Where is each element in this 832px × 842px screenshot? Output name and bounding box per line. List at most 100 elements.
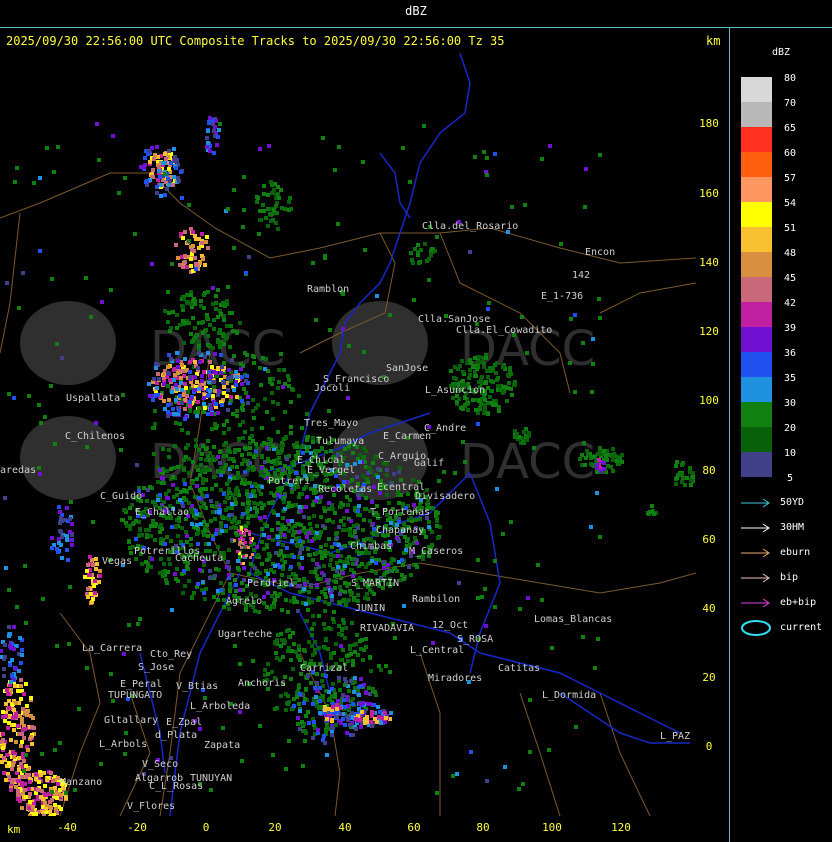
echo-pixel [159,537,163,541]
echo-pixel [385,462,389,466]
echo-pixel [332,651,336,655]
echo-pixel [42,814,46,816]
echo-pixel [197,406,201,410]
echo-pixel [30,742,34,746]
echo-pixel [240,526,243,529]
legend-swatch [741,202,772,227]
legend-label: 5 [786,473,794,484]
echo-pixel [525,351,529,355]
echo-pixel [356,509,360,513]
echo-pixel [16,689,20,693]
place-label: C_L_Rosas [149,781,203,792]
echo-pixel [306,435,310,439]
echo-pixel [212,151,216,155]
echo-pixel [345,599,349,603]
echo-pixel [191,299,195,303]
echo-pixel [224,463,228,467]
echo-pixel [159,541,163,545]
echo-pixel [201,505,205,509]
echo-pixel [94,421,98,425]
echo-pixel [49,806,53,810]
echo-pixel [242,555,245,558]
echo-pixel [593,666,597,670]
echo-pixel [289,677,293,681]
echo-pixel [230,311,234,315]
echo-pixel [364,565,368,569]
echo-pixel [50,277,54,281]
echo-pixel [379,668,383,672]
echo-pixel [580,453,584,457]
echo-pixel [258,724,262,728]
echo-pixel [143,156,147,160]
echo-pixel [214,567,218,571]
echo-pixel [157,377,161,381]
echo-pixel [51,779,55,783]
echo-pixel [598,446,602,450]
echo-pixel [397,501,401,505]
echo-pixel [176,256,180,260]
echo-pixel [230,358,234,362]
echo-pixel [273,641,277,645]
echo-pixel [319,495,323,499]
echo-pixel [135,463,139,467]
echo-pixel [255,545,259,549]
echo-pixel [574,725,578,729]
echo-pixel [324,543,328,547]
echo-pixel [248,530,251,533]
echo-pixel [307,590,311,594]
echo-pixel [315,524,319,528]
echo-pixel [186,431,190,435]
echo-pixel [272,208,276,212]
window-title: dBZ [405,4,427,18]
echo-pixel [265,605,269,609]
echo-pixel [253,566,257,570]
echo-pixel [589,525,593,529]
echo-pixel [200,232,204,236]
echo-pixel [29,735,33,739]
echo-pixel [681,461,685,465]
echo-pixel [508,366,512,370]
echo-pixel [374,693,378,697]
echo-pixel [291,667,295,671]
echo-pixel [262,595,266,599]
echo-pixel [527,432,531,436]
echo-pixel [397,470,401,474]
echo-pixel [55,644,59,648]
echo-pixel [206,351,210,355]
echo-pixel [255,510,259,514]
echo-pixel [270,382,274,386]
echo-pixel [192,591,196,595]
echo-pixel [20,775,24,779]
echo-pixel [171,310,175,314]
echo-pixel [246,509,250,513]
echo-pixel [252,501,256,505]
echo-pixel [17,306,21,310]
echo-pixel [459,406,463,410]
echo-pixel [286,610,290,614]
echo-pixel [437,479,441,483]
echo-pixel [271,509,275,513]
echo-pixel [385,473,389,477]
echo-pixel [286,519,290,523]
echo-pixel [455,772,459,776]
echo-pixel [289,431,293,435]
echo-pixel [179,170,183,174]
echo-pixel [291,631,295,635]
echo-pixel [280,558,284,562]
echo-pixel [324,674,328,678]
echo-pixel [167,398,171,402]
echo-pixel [184,498,188,502]
echo-pixel [225,324,229,328]
place-label: RIVADAVIA [360,623,414,634]
echo-pixel [484,380,488,384]
echo-pixel [211,537,215,541]
echo-pixel [152,377,156,381]
echo-pixel [187,239,191,243]
echo-pixel [212,370,216,374]
echo-pixel [170,608,174,612]
echo-pixel [520,315,524,319]
echo-pixel [320,556,324,560]
echo-pixel [153,524,157,528]
radar-map[interactable]: DACC DACC DACC DACC Clla.del_Rosario Enc… [0,53,696,816]
echo-pixel [237,475,241,479]
